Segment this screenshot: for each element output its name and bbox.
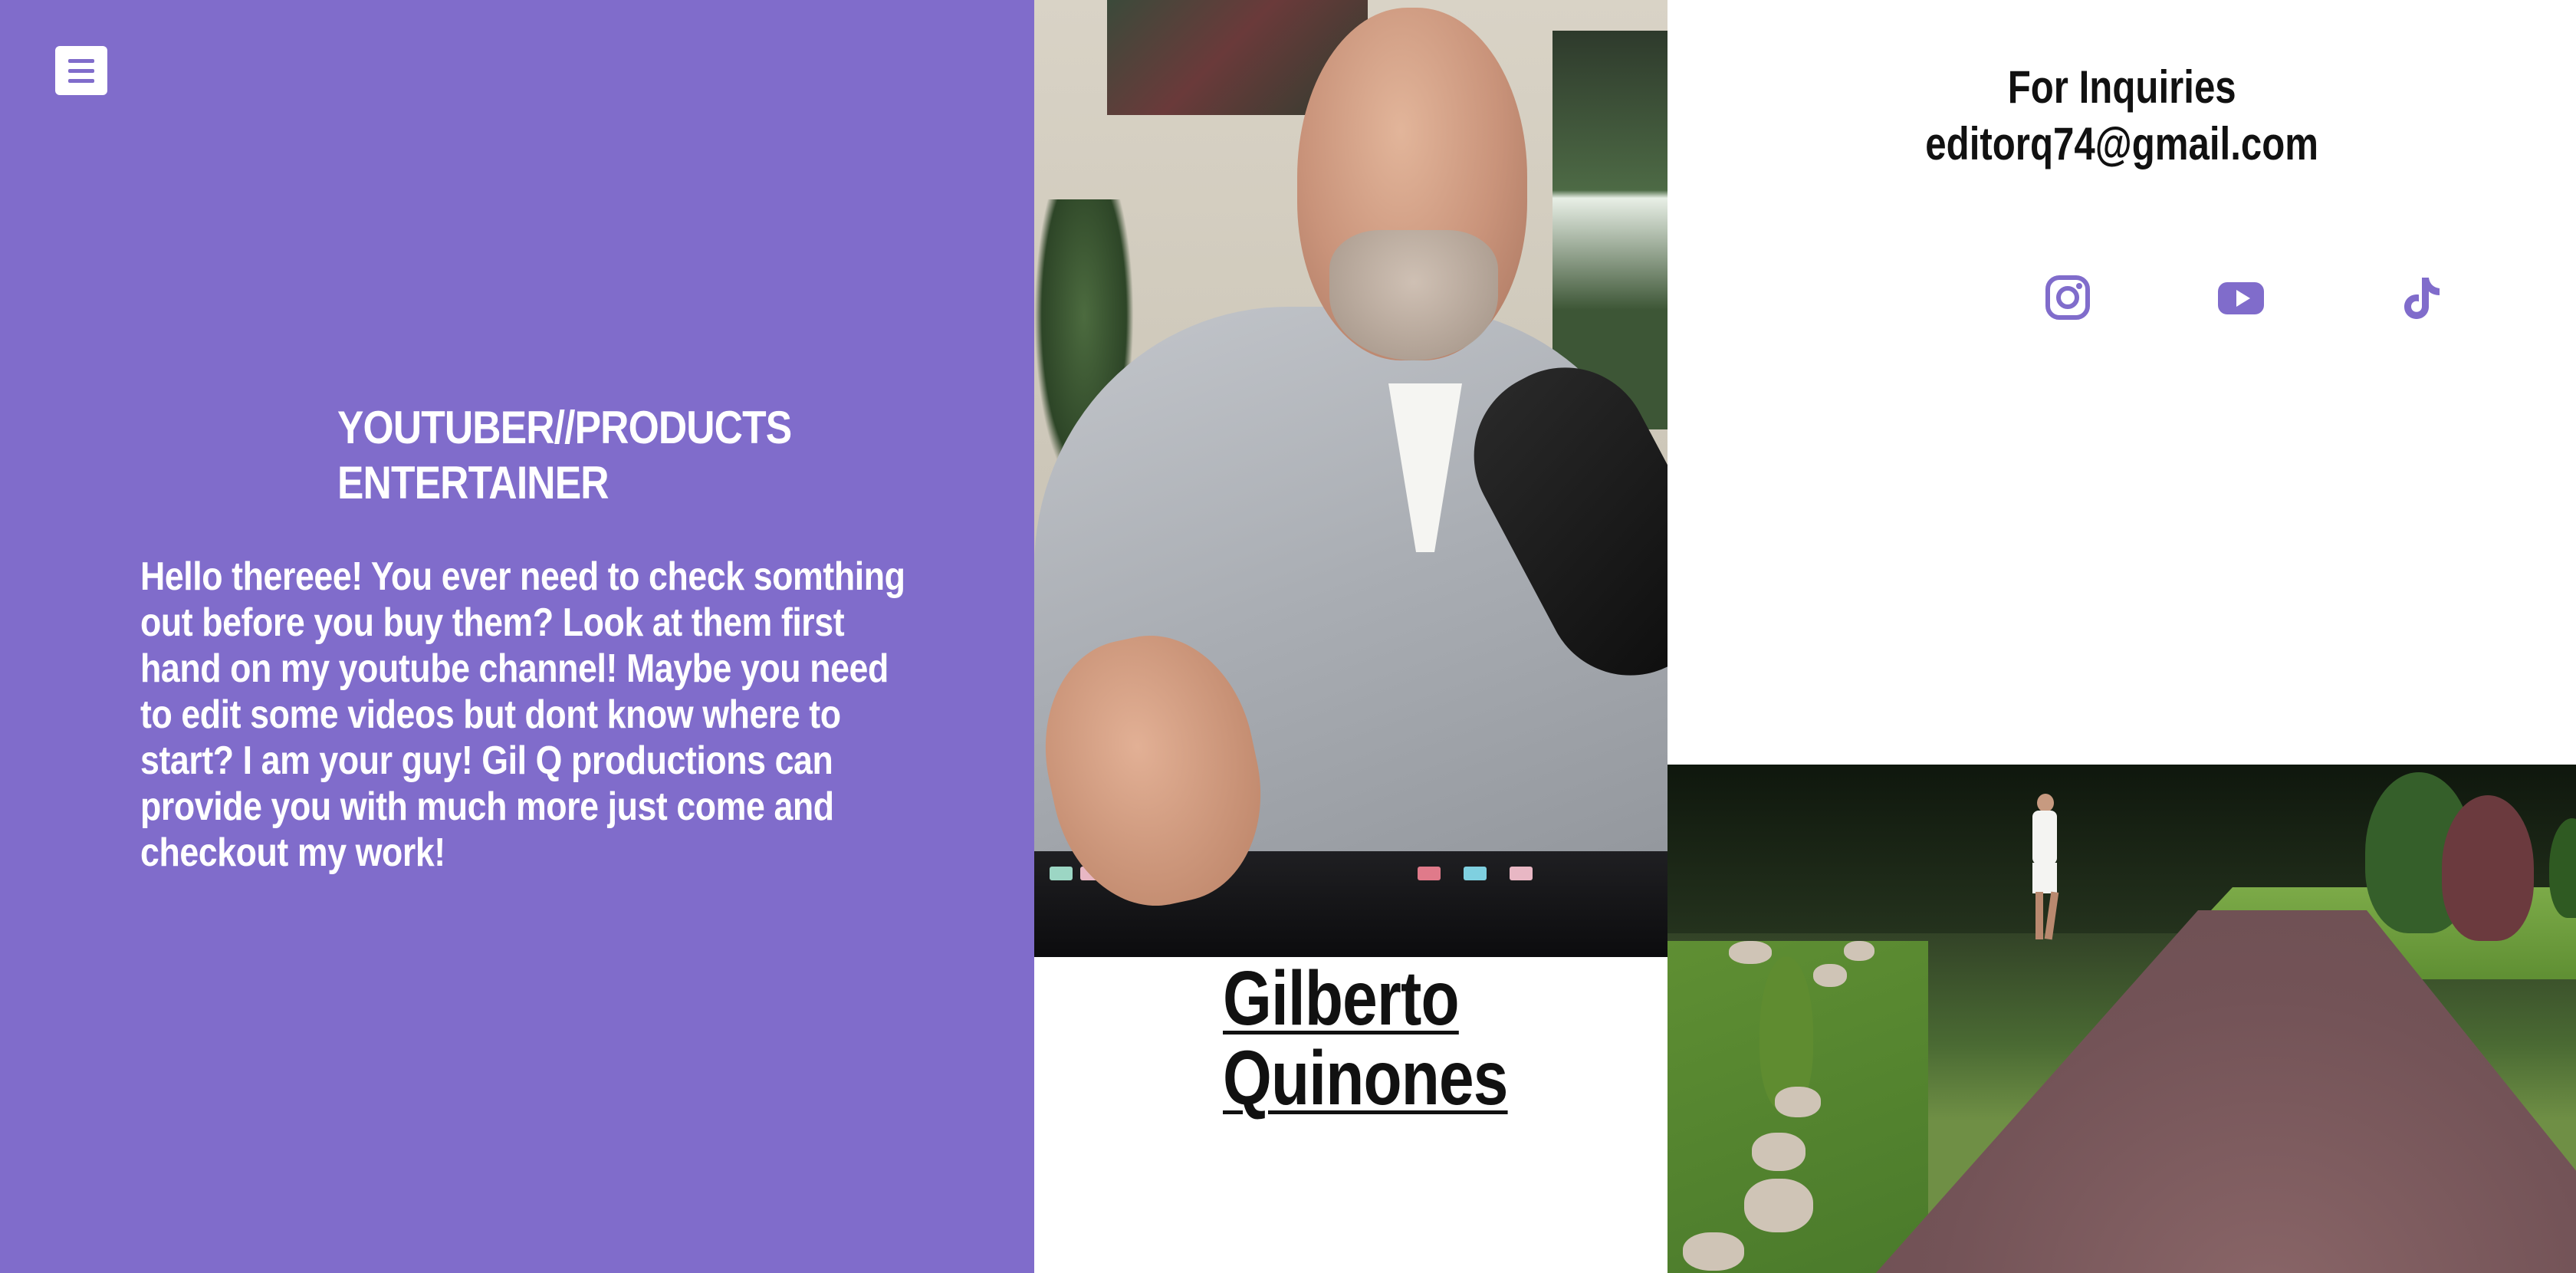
tagline-line-2: ENTERTAINER bbox=[337, 457, 610, 508]
inquiries-email[interactable]: editorq74@gmail.com bbox=[1668, 117, 2576, 172]
hamburger-menu-icon bbox=[68, 58, 94, 63]
profile-column: Gilberto Quinones bbox=[1034, 0, 1668, 1273]
running-photo bbox=[1668, 765, 2576, 1273]
name-last: Quinones bbox=[1223, 1035, 1508, 1121]
intro-panel: YOUTUBER//PRODUCTS ENTERTAINER Hello the… bbox=[0, 0, 1034, 1273]
menu-button[interactable] bbox=[55, 46, 107, 95]
tiktok-link[interactable] bbox=[2396, 273, 2445, 322]
name-link[interactable]: Gilberto Quinones bbox=[1223, 959, 1508, 1118]
contact-column: For Inquiries editorq74@gmail.com bbox=[1668, 0, 2576, 765]
youtube-link[interactable] bbox=[2216, 273, 2266, 322]
name-first: Gilberto bbox=[1223, 956, 1460, 1041]
tagline-line-1: YOUTUBER//PRODUCTS bbox=[337, 402, 792, 453]
portrait-photo bbox=[1034, 0, 1668, 957]
instagram-link[interactable] bbox=[2043, 273, 2092, 322]
tagline: YOUTUBER//PRODUCTS ENTERTAINER bbox=[337, 400, 792, 511]
tiktok-icon bbox=[2404, 278, 2440, 319]
intro-paragraph: Hello thereee! You ever need to check so… bbox=[140, 554, 905, 875]
inquiries-title: For Inquiries bbox=[2007, 61, 2236, 113]
youtube-icon bbox=[2218, 282, 2264, 314]
instagram-icon bbox=[2045, 275, 2090, 320]
